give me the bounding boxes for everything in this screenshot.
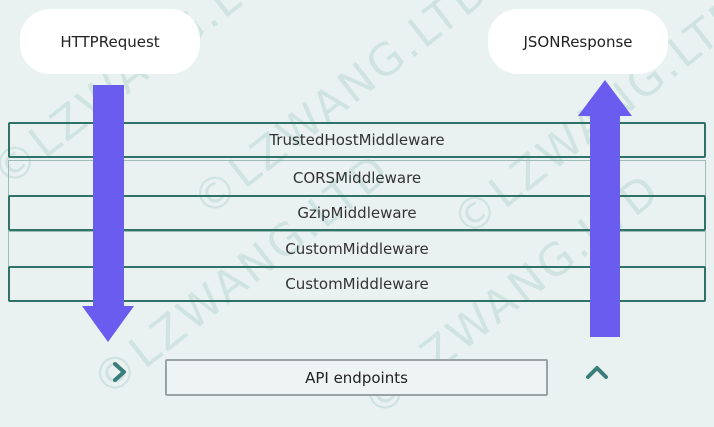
middleware-diagram: ©LZWANG.LTD ©LZWANG.LTD ©LZWANG.LTD ©LZW… [0,0,714,427]
flow-arrows [82,80,632,382]
request-down-arrow [82,85,134,342]
api-endpoints-label: API endpoints [305,368,408,387]
chevron-right-icon [113,362,126,382]
response-up-arrow [578,80,632,337]
chevron-up-icon [586,366,608,379]
api-endpoints-box: API endpoints [165,359,548,396]
